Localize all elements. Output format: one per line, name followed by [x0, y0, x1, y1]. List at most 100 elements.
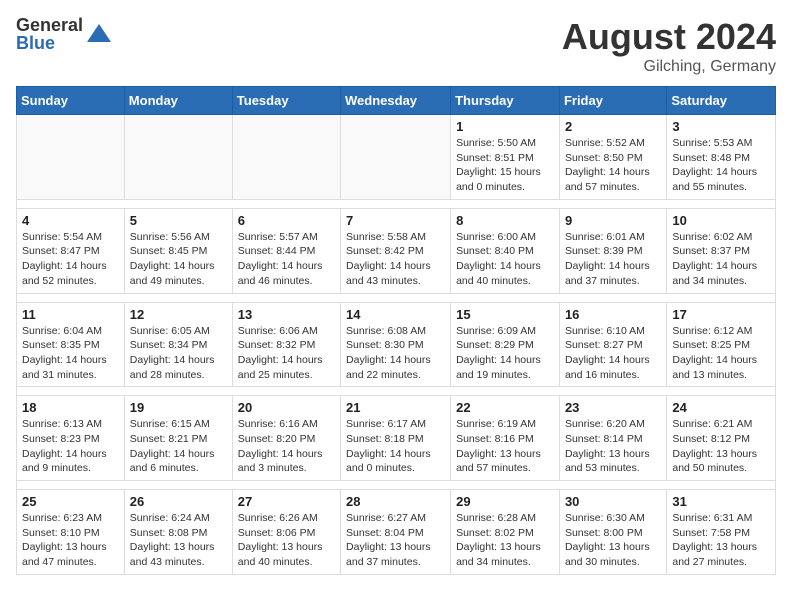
- week-spacer-row: [17, 199, 776, 208]
- calendar-week-row: 25 Sunrise: 6:23 AM Sunset: 8:10 PM Dayli…: [17, 490, 776, 575]
- day-info: Sunrise: 5:54 AM Sunset: 8:47 PM Dayligh…: [22, 230, 119, 289]
- day-number: 21: [346, 400, 445, 415]
- calendar-cell: 17Sunrise: 6:12 AM Sunset: 8:25 PM Dayli…: [667, 302, 776, 387]
- weekday-header-tuesday: Tuesday: [232, 87, 340, 115]
- day-number: 17: [672, 307, 770, 322]
- calendar-cell: 24 Sunrise: 6:21 AM Sunset: 8:12 PM Dayli…: [667, 396, 776, 481]
- day-number: 24: [672, 400, 770, 415]
- day-number: 13: [238, 307, 335, 322]
- day-info: Sunrise: 6:23 AM Sunset: 8:10 PM Dayligh…: [22, 511, 119, 570]
- day-number: 25: [22, 494, 119, 509]
- calendar-cell: 19Sunrise: 6:15 AM Sunset: 8:21 PM Dayli…: [124, 396, 232, 481]
- day-number: 4: [22, 213, 119, 228]
- day-info: Sunrise: 5:56 AM Sunset: 8:45 PM Dayligh…: [130, 230, 227, 289]
- calendar-cell: 8Sunrise: 6:00 AM Sunset: 8:40 PM Daylig…: [451, 208, 560, 293]
- day-info: Sunrise: 5:58 AM Sunset: 8:42 PM Dayligh…: [346, 230, 445, 289]
- calendar-cell: 20 Sunrise: 6:16 AM Sunset: 8:20 PM Dayli…: [232, 396, 340, 481]
- title-block: August 2024 Gilching, Germany: [562, 16, 776, 76]
- calendar-cell: 25 Sunrise: 6:23 AM Sunset: 8:10 PM Dayli…: [17, 490, 125, 575]
- calendar-week-row: 1 Sunrise: 5:50 AM Sunset: 8:51 PM Daylig…: [17, 115, 776, 200]
- calendar-cell: 7 Sunrise: 5:58 AM Sunset: 8:42 PM Daylig…: [341, 208, 451, 293]
- weekday-header-thursday: Thursday: [451, 87, 560, 115]
- logo-general-text: General: [16, 16, 83, 34]
- day-info: Sunrise: 6:27 AM Sunset: 8:04 PM Dayligh…: [346, 511, 445, 570]
- calendar-cell: 30Sunrise: 6:30 AM Sunset: 8:00 PM Dayli…: [559, 490, 666, 575]
- day-info: Sunrise: 6:19 AM Sunset: 8:16 PM Dayligh…: [456, 417, 554, 476]
- day-number: 16: [565, 307, 661, 322]
- day-info: Sunrise: 6:26 AM Sunset: 8:06 PM Dayligh…: [238, 511, 335, 570]
- day-info: Sunrise: 6:05 AM Sunset: 8:34 PM Dayligh…: [130, 324, 227, 383]
- day-number: 10: [672, 213, 770, 228]
- day-number: 12: [130, 307, 227, 322]
- calendar-cell: [341, 115, 451, 200]
- calendar-cell: 12 Sunrise: 6:05 AM Sunset: 8:34 PM Dayli…: [124, 302, 232, 387]
- calendar-cell: 22 Sunrise: 6:19 AM Sunset: 8:16 PM Dayli…: [451, 396, 560, 481]
- week-spacer-row: [17, 293, 776, 302]
- calendar-cell: 28Sunrise: 6:27 AM Sunset: 8:04 PM Dayli…: [341, 490, 451, 575]
- weekday-header-monday: Monday: [124, 87, 232, 115]
- calendar-cell: [17, 115, 125, 200]
- day-number: 22: [456, 400, 554, 415]
- day-info: Sunrise: 6:10 AM Sunset: 8:27 PM Dayligh…: [565, 324, 661, 383]
- calendar-week-row: 11 Sunrise: 6:04 AM Sunset: 8:35 PM Dayli…: [17, 302, 776, 387]
- calendar-cell: 29 Sunrise: 6:28 AM Sunset: 8:02 PM Dayli…: [451, 490, 560, 575]
- calendar-cell: 1 Sunrise: 5:50 AM Sunset: 8:51 PM Daylig…: [451, 115, 560, 200]
- day-number: 6: [238, 213, 335, 228]
- day-info: Sunrise: 6:30 AM Sunset: 8:00 PM Dayligh…: [565, 511, 661, 570]
- day-info: Sunrise: 6:31 AM Sunset: 7:58 PM Dayligh…: [672, 511, 770, 570]
- day-number: 2: [565, 119, 661, 134]
- weekday-header-wednesday: Wednesday: [341, 87, 451, 115]
- calendar-cell: 4 Sunrise: 5:54 AM Sunset: 8:47 PM Daylig…: [17, 208, 125, 293]
- calendar-cell: [232, 115, 340, 200]
- day-info: Sunrise: 6:08 AM Sunset: 8:30 PM Dayligh…: [346, 324, 445, 383]
- day-number: 20: [238, 400, 335, 415]
- calendar-cell: 14Sunrise: 6:08 AM Sunset: 8:30 PM Dayli…: [341, 302, 451, 387]
- day-number: 7: [346, 213, 445, 228]
- day-info: Sunrise: 6:13 AM Sunset: 8:23 PM Dayligh…: [22, 417, 119, 476]
- calendar-cell: 2 Sunrise: 5:52 AM Sunset: 8:50 PM Daylig…: [559, 115, 666, 200]
- page-header: General Blue August 2024 Gilching, Germa…: [16, 16, 776, 76]
- logo-icon: [85, 20, 113, 48]
- calendar-cell: [124, 115, 232, 200]
- calendar-cell: 11 Sunrise: 6:04 AM Sunset: 8:35 PM Dayli…: [17, 302, 125, 387]
- calendar-cell: 13Sunrise: 6:06 AM Sunset: 8:32 PM Dayli…: [232, 302, 340, 387]
- day-number: 1: [456, 119, 554, 134]
- calendar-cell: 27Sunrise: 6:26 AM Sunset: 8:06 PM Dayli…: [232, 490, 340, 575]
- day-number: 3: [672, 119, 770, 134]
- calendar-cell: 5Sunrise: 5:56 AM Sunset: 8:45 PM Daylig…: [124, 208, 232, 293]
- day-info: Sunrise: 6:24 AM Sunset: 8:08 PM Dayligh…: [130, 511, 227, 570]
- calendar-week-row: 4 Sunrise: 5:54 AM Sunset: 8:47 PM Daylig…: [17, 208, 776, 293]
- day-info: Sunrise: 5:57 AM Sunset: 8:44 PM Dayligh…: [238, 230, 335, 289]
- calendar-cell: 9Sunrise: 6:01 AM Sunset: 8:39 PM Daylig…: [559, 208, 666, 293]
- day-info: Sunrise: 6:16 AM Sunset: 8:20 PM Dayligh…: [238, 417, 335, 476]
- day-info: Sunrise: 6:09 AM Sunset: 8:29 PM Dayligh…: [456, 324, 554, 383]
- day-info: Sunrise: 5:50 AM Sunset: 8:51 PM Dayligh…: [456, 136, 554, 195]
- week-spacer-row: [17, 481, 776, 490]
- weekday-header-saturday: Saturday: [667, 87, 776, 115]
- weekday-header-sunday: Sunday: [17, 87, 125, 115]
- calendar-cell: 6 Sunrise: 5:57 AM Sunset: 8:44 PM Daylig…: [232, 208, 340, 293]
- day-info: Sunrise: 6:17 AM Sunset: 8:18 PM Dayligh…: [346, 417, 445, 476]
- day-info: Sunrise: 6:04 AM Sunset: 8:35 PM Dayligh…: [22, 324, 119, 383]
- calendar-cell: 21 Sunrise: 6:17 AM Sunset: 8:18 PM Dayli…: [341, 396, 451, 481]
- day-info: Sunrise: 6:21 AM Sunset: 8:12 PM Dayligh…: [672, 417, 770, 476]
- logo-blue-text: Blue: [16, 34, 83, 52]
- calendar-cell: 23Sunrise: 6:20 AM Sunset: 8:14 PM Dayli…: [559, 396, 666, 481]
- month-year: August 2024: [562, 16, 776, 58]
- day-number: 11: [22, 307, 119, 322]
- calendar-cell: 15Sunrise: 6:09 AM Sunset: 8:29 PM Dayli…: [451, 302, 560, 387]
- logo: General Blue: [16, 16, 113, 52]
- weekday-header-row: SundayMondayTuesdayWednesdayThursdayFrid…: [17, 87, 776, 115]
- day-number: 18: [22, 400, 119, 415]
- calendar-cell: 3 Sunrise: 5:53 AM Sunset: 8:48 PM Daylig…: [667, 115, 776, 200]
- day-number: 26: [130, 494, 227, 509]
- day-number: 29: [456, 494, 554, 509]
- calendar-cell: 16 Sunrise: 6:10 AM Sunset: 8:27 PM Dayli…: [559, 302, 666, 387]
- location: Gilching, Germany: [562, 58, 776, 76]
- day-number: 19: [130, 400, 227, 415]
- day-info: Sunrise: 5:53 AM Sunset: 8:48 PM Dayligh…: [672, 136, 770, 195]
- day-info: Sunrise: 6:02 AM Sunset: 8:37 PM Dayligh…: [672, 230, 770, 289]
- weekday-header-friday: Friday: [559, 87, 666, 115]
- day-info: Sunrise: 6:28 AM Sunset: 8:02 PM Dayligh…: [456, 511, 554, 570]
- day-info: Sunrise: 5:52 AM Sunset: 8:50 PM Dayligh…: [565, 136, 661, 195]
